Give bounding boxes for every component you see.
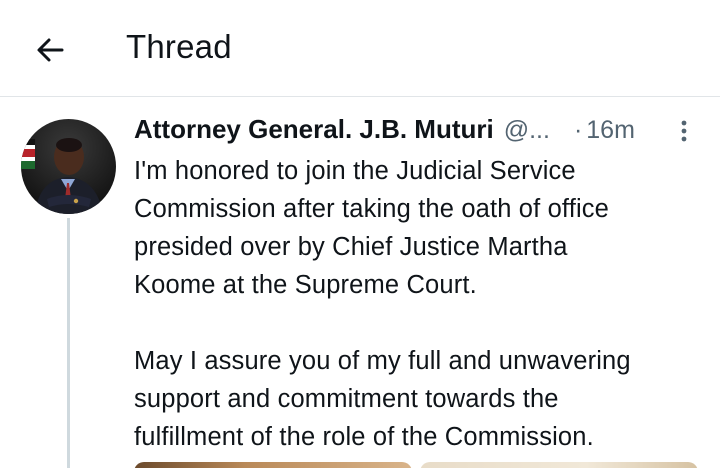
profile-photo — [21, 119, 116, 214]
tweet-text-line: I'm honored to join the Judicial Service — [134, 157, 576, 185]
tweet[interactable]: Attorney General. J.B. Muturi @... · 16m… — [0, 98, 720, 468]
separator-dot: · — [573, 116, 583, 144]
tweet-text-line: presided over by Chief Justice Martha — [134, 233, 568, 261]
more-vertical-icon — [681, 120, 687, 142]
avatar[interactable] — [21, 119, 116, 214]
tweet-text-line: support and commitment towards the — [134, 385, 559, 413]
tweet-text-line: May I assure you of my full and unwaveri… — [134, 347, 631, 375]
tweet-text-line: Commission after taking the oath of offi… — [134, 195, 609, 223]
back-button[interactable] — [30, 30, 70, 70]
tweet-media-2[interactable] — [420, 462, 698, 468]
arrow-left-icon — [37, 38, 64, 62]
more-options-button[interactable] — [674, 118, 694, 148]
author-handle[interactable]: @... — [504, 116, 550, 145]
page-title: Thread — [126, 28, 232, 65]
thread-header: Thread — [0, 0, 720, 97]
author-name[interactable]: Attorney General. J.B. Muturi — [134, 114, 494, 145]
tweet-text-line: Koome at the Supreme Court. — [134, 271, 477, 299]
tweet-media-1[interactable] — [134, 462, 412, 468]
thread-connector-line — [67, 218, 70, 468]
tweet-header: Attorney General. J.B. Muturi @... · 16m — [134, 114, 704, 148]
tweet-text-line: fulfillment of the role of the Commissio… — [134, 423, 594, 451]
tweet-text: I'm honored to join the Judicial Service… — [134, 152, 704, 456]
timestamp[interactable]: 16m — [586, 116, 635, 145]
